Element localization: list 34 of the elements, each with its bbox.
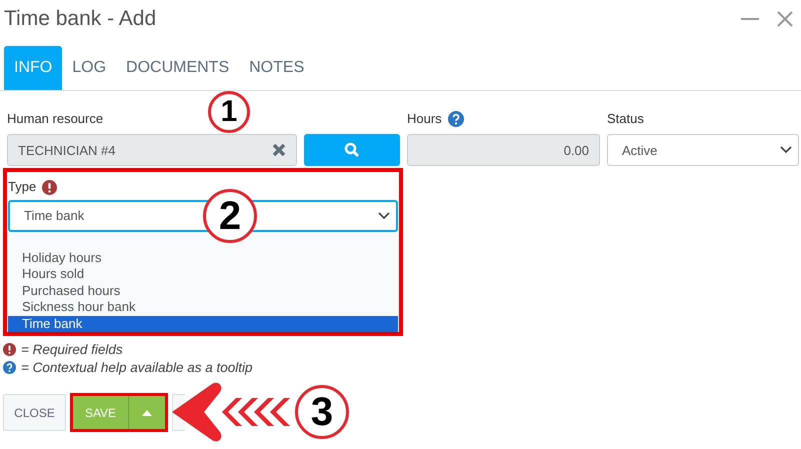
- dropdown-option[interactable]: Hours sold: [8, 266, 398, 282]
- required-icon: [42, 180, 58, 194]
- step-marker: 3: [295, 385, 349, 439]
- hours-field[interactable]: 0.00: [407, 134, 600, 166]
- field-label: Human resource: [7, 111, 104, 127]
- input-field[interactable]: TECHNICIAN #4: [7, 134, 297, 166]
- close-button[interactable]: CLOSE: [3, 394, 66, 431]
- close-icon[interactable]: [777, 11, 793, 27]
- dropdown-option[interactable]: Holiday hours: [8, 250, 398, 266]
- dropdown-option[interactable]: Time bank: [8, 316, 398, 332]
- minimize-icon[interactable]: [741, 17, 759, 21]
- caret-up-icon: [142, 410, 152, 416]
- legend-text: = Required fields: [21, 342, 123, 357]
- dropdown-option[interactable]: Sickness hour bank: [8, 299, 398, 316]
- field-label: Status: [607, 111, 645, 127]
- field-label: Type: [8, 179, 36, 195]
- chevron-down-icon: [780, 146, 792, 154]
- window-title: Time bank - Add: [4, 7, 156, 31]
- status-dropdown[interactable]: Active: [607, 134, 799, 166]
- required-icon: [3, 343, 16, 356]
- search-button[interactable]: [304, 134, 400, 166]
- clear-icon[interactable]: [272, 143, 286, 157]
- dropdown-option[interactable]: Purchased hours: [8, 282, 398, 299]
- tab[interactable]: NOTES: [239, 46, 314, 90]
- dropdown-toggle-button[interactable]: [129, 396, 165, 429]
- legend-text: = Contextual help available as a tooltip: [21, 360, 253, 375]
- search-icon: [344, 142, 360, 158]
- help-icon[interactable]: [448, 111, 464, 127]
- help-icon: [3, 361, 16, 374]
- field-label: Hours: [407, 111, 442, 127]
- tab[interactable]: DOCUMENTS: [116, 46, 240, 90]
- tab[interactable]: LOG: [62, 46, 116, 90]
- chevron-down-icon: [378, 212, 390, 220]
- step-marker: 1: [208, 91, 250, 133]
